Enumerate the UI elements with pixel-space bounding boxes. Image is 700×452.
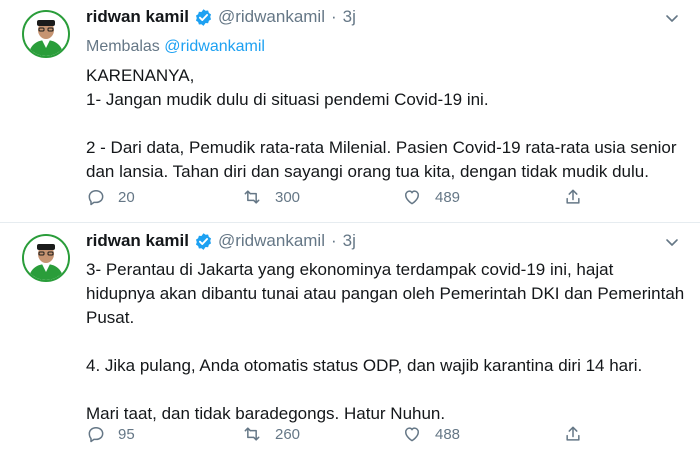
tweet-2[interactable]: ridwan kamil @ridwankamil · 3j 3- Perant… [0,224,700,452]
tweet-header: ridwan kamil @ridwankamil · 3j [86,230,356,252]
tweet-text: 3- Perantau di Jakarta yang ekonominya t… [86,258,686,426]
like-button[interactable]: 489 [401,185,460,209]
like-button[interactable]: 488 [401,422,460,446]
tweet-line: hidupnya akan dibantu tunai atau pangan … [86,284,685,303]
share-icon [566,189,580,204]
more-options-icon[interactable] [664,10,680,26]
replying-to-link[interactable]: @ridwankamil [164,38,265,55]
share-button[interactable] [563,422,583,446]
reply-icon [88,427,104,443]
heart-icon [405,190,419,205]
verified-badge-icon [194,8,213,27]
retweet-button[interactable]: 260 [241,422,300,446]
tweet-line: KARENANYA, [86,66,195,85]
heart-icon [405,427,419,442]
tweet-line: Pusat. [86,308,135,327]
tweet-header: ridwan kamil @ridwankamil · 3j [86,6,356,28]
reply-button[interactable]: 95 [86,422,135,446]
like-count: 488 [435,425,461,443]
tweet-1[interactable]: ridwan kamil @ridwankamil · 3j Membalas … [0,0,700,224]
retweet-button[interactable]: 300 [241,185,300,209]
tweet-actions: 20 300 489 [86,185,586,209]
tweet-divider [0,222,700,223]
avatar[interactable] [22,234,70,282]
separator: · [331,7,337,26]
tweet-line: 1- Jangan mudik dulu di situasi pendemi … [86,90,489,109]
retweet-count: 300 [275,188,301,206]
author-name[interactable]: ridwan kamil [86,231,189,251]
retweet-icon [244,427,260,441]
share-button[interactable] [563,185,583,209]
reply-button[interactable]: 20 [86,185,135,209]
retweet-count: 260 [275,425,301,443]
verified-badge-icon [194,232,213,251]
reply-icon [88,190,104,206]
tweet-line: 3- Perantau di Jakarta yang ekonominya t… [86,260,614,279]
separator: · [331,231,337,250]
share-icon [566,426,580,441]
reply-count: 95 [118,425,135,443]
author-handle[interactable]: @ridwankamil [218,7,325,27]
timestamp[interactable]: 3j [343,231,356,251]
retweet-icon [244,190,260,204]
timestamp[interactable]: 3j [343,7,356,27]
reply-count: 20 [118,188,135,206]
tweet-line: dan lansia. Tahan diri dan sayangi orang… [86,162,649,181]
replying-prefix: Membalas [86,38,160,55]
tweet-actions: 95 260 488 [86,422,586,446]
replying-to: Membalas @ridwankamil [86,38,265,56]
author-handle[interactable]: @ridwankamil [218,231,325,251]
more-options-icon[interactable] [664,234,680,250]
avatar[interactable] [22,10,70,58]
tweet-text: KARENANYA, 1- Jangan mudik dulu di situa… [86,64,686,184]
tweet-line: 2 - Dari data, Pemudik rata-rata Milenia… [86,138,677,157]
tweet-line: 4. Jika pulang, Anda otomatis status ODP… [86,356,643,375]
author-name[interactable]: ridwan kamil [86,7,189,27]
like-count: 489 [435,188,461,206]
